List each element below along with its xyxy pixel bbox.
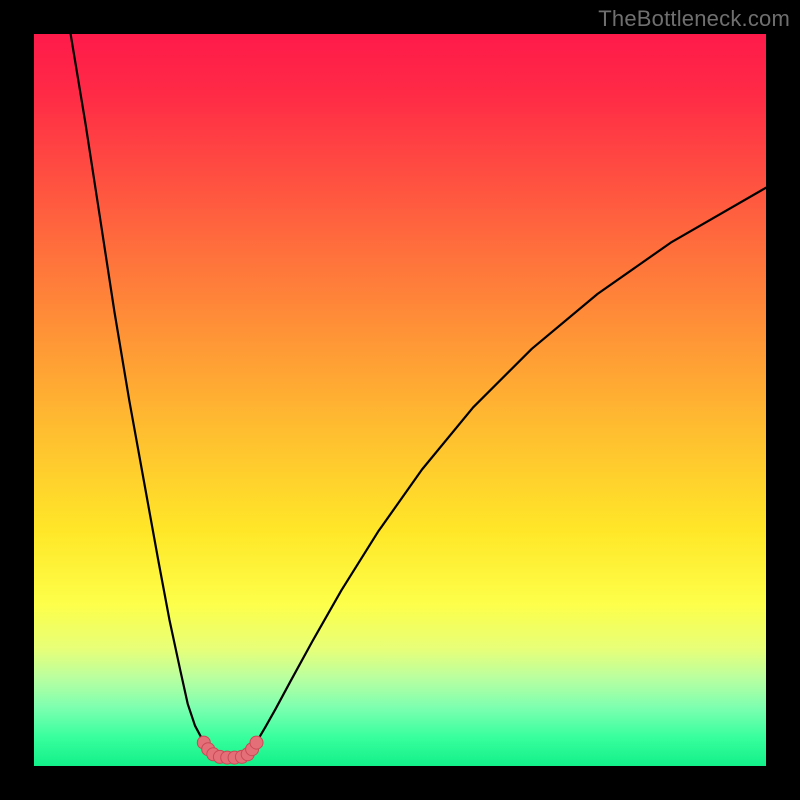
outer-frame: TheBottleneck.com (0, 0, 800, 800)
plot-area (34, 34, 766, 766)
curve-left (71, 34, 216, 756)
trough-markers (197, 736, 263, 764)
chart-svg (34, 34, 766, 766)
trough-marker-dot (250, 736, 263, 749)
curve-right (245, 188, 766, 756)
watermark-text: TheBottleneck.com (598, 6, 790, 32)
